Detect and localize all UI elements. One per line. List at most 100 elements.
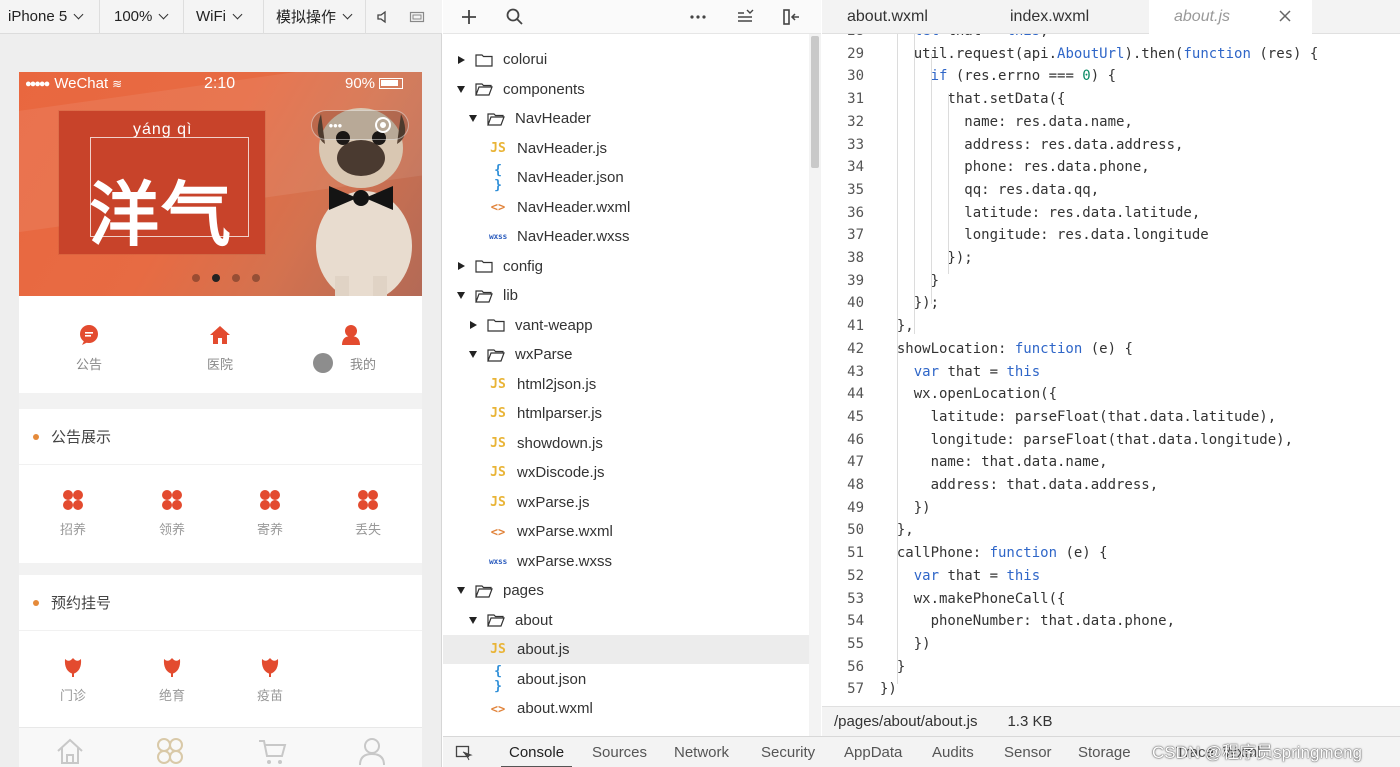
caret-down-icon[interactable]: [469, 616, 477, 624]
inspect-icon[interactable]: [455, 745, 473, 761]
code-line[interactable]: var that = this: [880, 364, 1040, 380]
tree-file[interactable]: <> NavHeader.wxml: [443, 193, 809, 222]
code-line[interactable]: var that = this: [880, 568, 1040, 584]
zoom-select[interactable]: 100%: [100, 0, 184, 34]
banner-dot[interactable]: [232, 274, 240, 282]
caret-right-icon[interactable]: [458, 55, 465, 64]
devtools-tab-sources[interactable]: Sources: [592, 737, 647, 767]
devtools-tab-network[interactable]: Network: [674, 737, 729, 767]
plus-icon[interactable]: [459, 7, 479, 27]
tree-file[interactable]: JS NavHeader.js: [443, 134, 809, 163]
devtools-tab-appdata[interactable]: AppData: [844, 737, 902, 767]
tree-file[interactable]: wxss NavHeader.wxss: [443, 222, 809, 251]
code-line[interactable]: address: res.data.address,: [880, 137, 1183, 153]
window-icon[interactable]: [400, 0, 434, 34]
caret-down-icon[interactable]: [469, 115, 477, 122]
tree-file[interactable]: <> wxParse.wxml: [443, 517, 809, 546]
code-line[interactable]: }): [880, 636, 931, 652]
code-line[interactable]: longitude: res.data.longitude: [880, 227, 1208, 243]
cart-icon[interactable]: [257, 736, 287, 766]
collapse-icon[interactable]: [735, 7, 755, 27]
more-dots-icon[interactable]: •••: [329, 118, 343, 133]
code-line[interactable]: qq: res.data.qq,: [880, 182, 1099, 198]
tab-index-wxml[interactable]: index.wxml: [985, 0, 1147, 34]
code-line[interactable]: name: res.data.name,: [880, 114, 1133, 130]
code-line[interactable]: phone: res.data.phone,: [880, 159, 1149, 175]
banner-swiper[interactable]: ●●●●● WeChat ≋ 2:10 90% yáng qì 洋气 •••: [19, 72, 422, 296]
banner-dot[interactable]: [192, 274, 200, 282]
devtools-tab-security[interactable]: Security: [761, 737, 815, 767]
code-line[interactable]: }: [880, 659, 905, 675]
grid-item-sterilize[interactable]: 绝育: [132, 655, 212, 704]
grid-item-recruit[interactable]: 招养: [33, 489, 113, 538]
code-line[interactable]: if (res.errno === 0) {: [880, 68, 1116, 84]
tree-folder[interactable]: pages: [443, 576, 809, 605]
tree-file[interactable]: { } about.json: [443, 664, 809, 694]
tree-file[interactable]: <> about.wxml: [443, 694, 809, 723]
code-line[interactable]: });: [880, 250, 972, 266]
tree-folder[interactable]: NavHeader: [443, 104, 809, 133]
tree-folder[interactable]: wxParse: [443, 340, 809, 369]
user-icon[interactable]: [357, 736, 387, 766]
tree-file[interactable]: JS html2json.js: [443, 370, 809, 399]
grid-item-lost[interactable]: 丢失: [328, 489, 408, 538]
tree-folder[interactable]: vant-weapp: [443, 311, 809, 340]
grid-item-clinic[interactable]: 门诊: [33, 655, 113, 704]
code-line[interactable]: }): [880, 500, 931, 516]
tree-folder[interactable]: colorui: [443, 45, 809, 74]
banner-dot[interactable]: [252, 274, 260, 282]
tree-file[interactable]: JS wxParse.js: [443, 488, 809, 517]
tree-folder[interactable]: components: [443, 75, 809, 104]
device-select[interactable]: iPhone 5: [0, 0, 100, 34]
code-line[interactable]: wx.openLocation({: [880, 386, 1057, 402]
caret-down-icon[interactable]: [469, 351, 477, 358]
grid-item-adopt[interactable]: 领养: [132, 489, 212, 538]
devtools-tab-sensor[interactable]: Sensor: [1004, 737, 1052, 767]
more-icon[interactable]: [688, 7, 708, 27]
tree-file[interactable]: JS about.js: [443, 635, 809, 664]
code-line[interactable]: that.setData({: [880, 91, 1065, 107]
tree-file[interactable]: wxss wxParse.wxss: [443, 547, 809, 576]
banner-dot[interactable]: [212, 274, 220, 282]
tree-file[interactable]: JS htmlparser.js: [443, 399, 809, 428]
network-select[interactable]: WiFi: [184, 0, 264, 34]
caret-down-icon[interactable]: [457, 85, 465, 93]
code-area[interactable]: 28 let that = this; 29 util.request(api.A…: [822, 34, 1400, 706]
tree-folder[interactable]: config: [443, 252, 809, 281]
tab-about-wxml[interactable]: about.wxml: [822, 0, 984, 34]
sidebar-toggle-icon[interactable]: [781, 7, 801, 27]
tree-file[interactable]: JS showdown.js: [443, 429, 809, 458]
devtools-tab-audits[interactable]: Audits: [932, 737, 974, 767]
quick-nav-notice[interactable]: 公告: [49, 324, 129, 373]
home-icon[interactable]: [55, 736, 85, 766]
devtools-tab-console[interactable]: Console: [500, 737, 573, 767]
devtools-tab-storage[interactable]: Storage: [1078, 737, 1131, 767]
code-line[interactable]: showLocation: function (e) {: [880, 341, 1133, 357]
code-line[interactable]: util.request(api.AboutUrl).then(function…: [880, 46, 1319, 62]
scrollbar-thumb[interactable]: [811, 36, 819, 168]
code-line[interactable]: latitude: res.data.latitude,: [880, 205, 1200, 221]
quick-nav-hospital[interactable]: 医院: [180, 324, 260, 373]
code-line[interactable]: longitude: parseFloat(that.data.longitud…: [880, 432, 1293, 448]
grid-item-foster[interactable]: 寄养: [230, 489, 310, 538]
grid-item-vaccine[interactable]: 疫苗: [230, 655, 310, 704]
tree-file[interactable]: JS wxDiscode.js: [443, 458, 809, 487]
code-line[interactable]: phoneNumber: that.data.phone,: [880, 613, 1175, 629]
operation-select[interactable]: 模拟操作: [264, 0, 366, 34]
close-icon[interactable]: [1278, 9, 1292, 23]
caret-down-icon[interactable]: [457, 292, 465, 299]
code-line[interactable]: let that = this;: [880, 34, 1049, 39]
code-line[interactable]: latitude: parseFloat(that.data.latitude)…: [880, 409, 1277, 425]
code-line[interactable]: address: that.data.address,: [880, 477, 1159, 493]
mini-program-capsule[interactable]: •••: [311, 110, 409, 140]
caret-right-icon[interactable]: [458, 262, 465, 270]
caret-down-icon[interactable]: [457, 587, 465, 594]
search-icon[interactable]: [505, 7, 525, 27]
code-line[interactable]: name: that.data.name,: [880, 454, 1108, 470]
close-circle-icon[interactable]: [375, 117, 392, 133]
caret-right-icon[interactable]: [470, 321, 477, 329]
volume-icon[interactable]: [366, 0, 400, 34]
tree-folder[interactable]: lib: [443, 281, 809, 310]
code-line[interactable]: callPhone: function (e) {: [880, 545, 1108, 561]
tree-folder[interactable]: about: [443, 606, 809, 635]
